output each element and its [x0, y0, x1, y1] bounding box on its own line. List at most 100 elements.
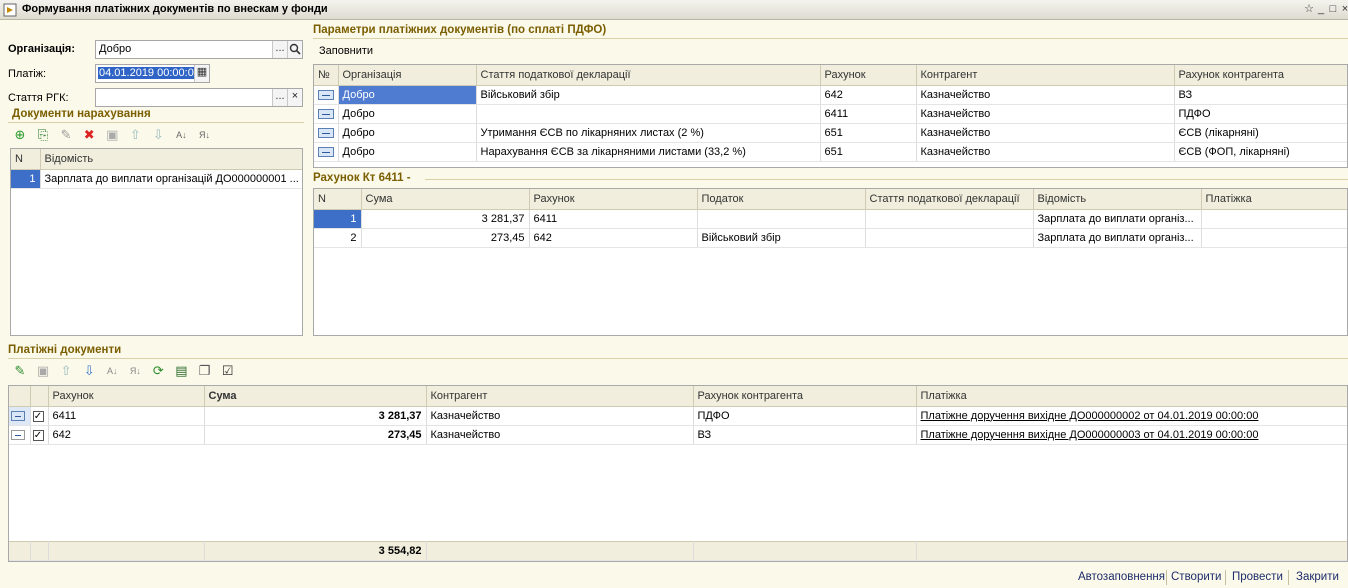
column-header-organization[interactable]: Організація [338, 65, 477, 86]
autofill-button[interactable]: Автозаповнення [1078, 571, 1165, 583]
column-header-no[interactable]: № [314, 65, 339, 86]
column-header-sum[interactable]: Сума [204, 386, 427, 407]
column-header-vidomist[interactable]: Відомість [40, 149, 302, 170]
document-icon [9, 425, 31, 445]
cell-vidomist: Зарплата до виплати організ... [1033, 209, 1202, 229]
column-header-article[interactable]: Стаття податкової декларації [476, 65, 821, 86]
save-icon[interactable]: ▣ [35, 363, 51, 379]
divider [425, 179, 1348, 180]
copy-docs-icon[interactable]: ❐ [197, 363, 213, 379]
cell-account: 6411 [820, 104, 917, 124]
column-header-counterparty[interactable]: Контрагент [916, 65, 1175, 86]
column-header-account[interactable]: Рахунок [48, 386, 205, 407]
table-row[interactable]: Добро Військовий збір 642 Казначейство В… [314, 85, 1347, 105]
divider [1288, 570, 1289, 585]
edit-icon[interactable]: ✎ [12, 363, 28, 379]
column-header-cp-account[interactable]: Рахунок контрагента [1174, 65, 1347, 86]
cell-account: 6411 [48, 406, 205, 426]
cell-platizhka [1201, 209, 1347, 229]
organization-field[interactable]: Добро ... [95, 40, 303, 59]
payment-doc-link[interactable]: Платіжне доручення вихідне ДО000000002 о… [916, 406, 1347, 426]
column-header-account[interactable]: Рахунок [529, 189, 698, 210]
close-window-button[interactable]: × [1338, 2, 1348, 16]
cell-sum: 3 281,37 [361, 209, 530, 229]
move-up-icon[interactable]: ⇧ [58, 363, 74, 379]
cell-cp-account: ЄСВ (ФОП, лікарняні) [1174, 142, 1347, 162]
column-header-sum[interactable]: Сума [361, 189, 530, 210]
post-button[interactable]: Провести [1232, 571, 1283, 583]
payment-docs-title: Платіжні документи [8, 344, 122, 356]
cell-article [865, 228, 1034, 248]
row-checkbox[interactable]: ✓ [30, 425, 49, 445]
refresh-icon[interactable]: ⟳ [150, 363, 166, 379]
cell-organization: Добро [338, 142, 477, 162]
column-header-platizhka[interactable]: Платіжка [1201, 189, 1347, 210]
column-header-n[interactable]: N [314, 189, 362, 210]
column-header-platizhka[interactable]: Платіжка [916, 386, 1347, 407]
payment-date-value: 04.01.2019 00:00:0 [98, 67, 195, 79]
bottom-action-bar: Автозаповнення Створити Провести Закрити [0, 568, 1348, 588]
column-header-tax[interactable]: Податок [697, 189, 866, 210]
payment-date-field[interactable]: 04.01.2019 00:00:0 ▦ [95, 64, 210, 83]
cell-tax [697, 209, 866, 229]
column-header-check [30, 386, 49, 407]
copy-add-icon[interactable]: ⎘ [35, 127, 51, 143]
organization-select-button[interactable]: ... [272, 41, 287, 58]
table-row[interactable]: 1 3 281,37 6411 Зарплата до виплати орга… [314, 209, 1347, 229]
edit-icon[interactable]: ✎ [58, 127, 74, 143]
cell-sum: 273,45 [204, 425, 427, 445]
calendar-icon[interactable]: ▦ [194, 65, 209, 82]
divider [8, 122, 304, 123]
clear-icon[interactable]: × [287, 89, 302, 106]
divider [1166, 570, 1167, 585]
table-row[interactable]: Добро Утримання ЄСВ по лікарняних листах… [314, 123, 1347, 143]
account-table: N Сума Рахунок Податок Стаття податкової… [313, 188, 1348, 336]
table-row[interactable]: 1 Зарплата до виплати організацій ДО0000… [11, 169, 302, 189]
cell-tax: Військовий збір [697, 228, 866, 248]
table-row[interactable]: Добро Нарахування ЄСВ за лікарняними лис… [314, 142, 1347, 162]
move-down-icon[interactable]: ⇩ [150, 127, 166, 143]
row-number: 1 [11, 169, 41, 189]
table-row[interactable]: ✓ 6411 3 281,37 Казначейство ПДФО Платіж… [9, 406, 1347, 426]
save-icon[interactable]: ▣ [104, 127, 120, 143]
search-icon[interactable] [287, 41, 302, 58]
window-title: Формування платіжних документів по внеск… [22, 3, 328, 15]
column-header-account[interactable]: Рахунок [820, 65, 917, 86]
fill-button[interactable]: Заповнити [319, 45, 373, 57]
check-all-icon[interactable]: ☑ [220, 363, 236, 379]
column-header-counterparty[interactable]: Контрагент [426, 386, 694, 407]
account-section-title: Рахунок Кт 6411 - [313, 172, 411, 184]
cell-article: Військовий збір [476, 85, 821, 105]
row-checkbox[interactable]: ✓ [30, 406, 49, 426]
cell-account: 642 [529, 228, 698, 248]
add-icon[interactable]: ⊕ [12, 127, 28, 143]
close-button[interactable]: Закрити [1296, 571, 1339, 583]
sort-desc-icon[interactable]: Я↓ [127, 363, 143, 379]
column-header-vidomist[interactable]: Відомість [1033, 189, 1202, 210]
move-up-icon[interactable]: ⇧ [127, 127, 143, 143]
post-docs-icon[interactable]: ▤ [173, 363, 189, 379]
row-icon [314, 123, 339, 143]
params-table: № Організація Стаття податкової декларац… [313, 64, 1348, 168]
column-header-n[interactable]: N [11, 149, 41, 170]
create-button[interactable]: Створити [1171, 571, 1221, 583]
cell-cp-account: ВЗ [1174, 85, 1347, 105]
sort-asc-icon[interactable]: A↓ [104, 363, 120, 379]
column-header-article[interactable]: Стаття податкової декларації [865, 189, 1034, 210]
accrual-toolbar: ⊕ ⎘ ✎ ✖ ▣ ⇧ ⇩ A↓ Я↓ [12, 127, 302, 145]
column-header-cp-account[interactable]: Рахунок контрагента [693, 386, 917, 407]
rgk-select-button[interactable]: ... [272, 89, 287, 106]
table-row[interactable]: ✓ 642 273,45 Казначейство ВЗ Платіжне до… [9, 425, 1347, 445]
payment-doc-link[interactable]: Платіжне доручення вихідне ДО000000003 о… [916, 425, 1347, 445]
cell-organization: Добро [338, 85, 477, 105]
sort-asc-icon[interactable]: A↓ [173, 127, 189, 143]
cell-vidomist: Зарплата до виплати організ... [1033, 228, 1202, 248]
rgk-article-field[interactable]: ... × [95, 88, 303, 107]
move-down-icon[interactable]: ⇩ [81, 363, 97, 379]
cell-article: Утримання ЄСВ по лікарняних листах (2 %) [476, 123, 821, 143]
payments-toolbar: ✎ ▣ ⇧ ⇩ A↓ Я↓ ⟳ ▤ ❐ ☑ [12, 363, 312, 381]
table-row[interactable]: 2 273,45 642 Військовий збір Зарплата до… [314, 228, 1347, 248]
sort-desc-icon[interactable]: Я↓ [197, 127, 213, 143]
table-row[interactable]: Добро 6411 Казначейство ПДФО [314, 104, 1347, 124]
delete-icon[interactable]: ✖ [81, 127, 97, 143]
